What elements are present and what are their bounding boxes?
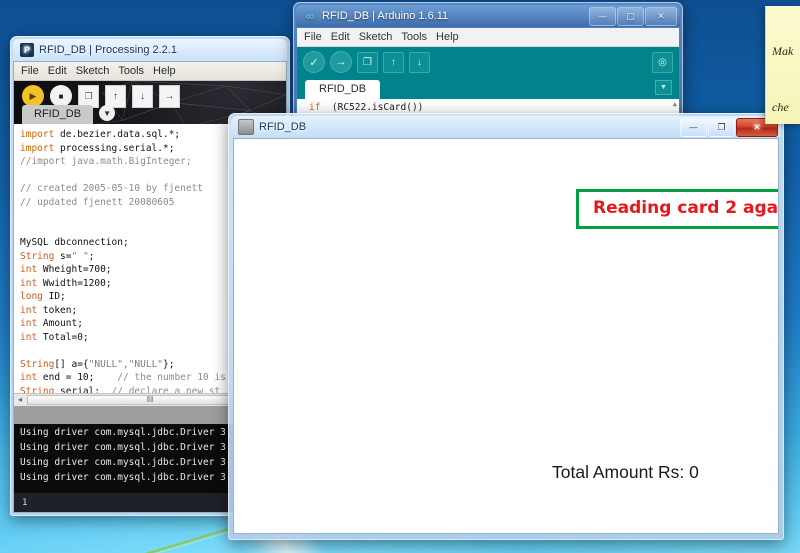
maximize-button[interactable]: ❐ bbox=[708, 118, 735, 137]
code-token: String bbox=[20, 250, 55, 262]
code-token: String bbox=[20, 385, 55, 393]
code-token: int bbox=[20, 318, 38, 330]
code-token: int bbox=[20, 304, 38, 316]
minimize-button[interactable]: — bbox=[589, 7, 616, 26]
code-token: int bbox=[20, 277, 38, 289]
code-token: //import java.math.BigInteger; bbox=[20, 156, 192, 168]
arduino-title-text: RFID_DB | Arduino 1.6.11 bbox=[322, 10, 449, 22]
status-badge: Reading card 2 again bbox=[576, 189, 779, 229]
menu-sketch[interactable]: Sketch bbox=[359, 31, 393, 43]
menu-tools[interactable]: Tools bbox=[401, 31, 427, 43]
code-token: token; bbox=[37, 304, 78, 316]
arduino-window-body: File Edit Sketch Tools Help ✓ → ❐ ↑ ↓ ◎ … bbox=[296, 27, 680, 120]
new-sketch-icon[interactable]: ❐ bbox=[357, 51, 378, 73]
menu-help[interactable]: Help bbox=[153, 65, 176, 77]
arduino-titlebar[interactable]: ∞ RFID_DB | Arduino 1.6.11 — □ ✕ bbox=[296, 5, 680, 27]
minimize-button[interactable]: — bbox=[680, 118, 707, 137]
run-icon[interactable]: ▶ bbox=[22, 85, 44, 108]
processing-titlebar[interactable]: P RFID_DB | Processing 2.2.1 bbox=[13, 39, 287, 61]
menu-help[interactable]: Help bbox=[436, 31, 459, 43]
code-token: end = 10; bbox=[37, 372, 118, 384]
close-button[interactable]: ✕ bbox=[645, 7, 677, 26]
processing-title-text: RFID_DB | Processing 2.2.1 bbox=[39, 44, 177, 56]
code-token: // updated fjenett 20080605 bbox=[20, 196, 175, 208]
serial-monitor-icon[interactable]: ◎ bbox=[652, 52, 673, 73]
application-icon bbox=[238, 119, 254, 135]
code-token: " " bbox=[71, 250, 89, 262]
display-titlebar[interactable]: RFID_DB — ❐ ✕ bbox=[231, 116, 781, 138]
code-token: Total=0; bbox=[37, 331, 89, 343]
code-keyword: if bbox=[309, 102, 321, 113]
rfid-db-display-window[interactable]: RFID_DB — ❐ ✕ Reading card 2 again Total… bbox=[228, 113, 784, 540]
processing-logo-icon: P bbox=[20, 43, 34, 57]
code-token: int bbox=[20, 331, 38, 343]
display-title-text: RFID_DB bbox=[259, 121, 307, 133]
menu-edit[interactable]: Edit bbox=[48, 65, 67, 77]
processing-tab-rfid-db[interactable]: RFID_DB bbox=[22, 105, 94, 125]
code-text: (RC522.isCard()) bbox=[320, 102, 424, 113]
desktop: P RFID_DB | Processing 2.2.1 File Edit S… bbox=[0, 0, 800, 553]
save-sketch-icon[interactable]: ↓ bbox=[409, 51, 430, 73]
total-amount-label: Total Amount Rs: 0 bbox=[552, 462, 699, 482]
menu-edit[interactable]: Edit bbox=[331, 31, 350, 43]
code-token: import bbox=[20, 142, 55, 154]
sticky-note[interactable]: Mak che bbox=[765, 6, 800, 124]
code-token: String bbox=[20, 358, 55, 370]
open-sketch-icon[interactable]: ↑ bbox=[105, 84, 126, 108]
code-token: [] a={ bbox=[54, 358, 89, 370]
code-token: Wheight=700; bbox=[37, 264, 112, 276]
code-token: Amount; bbox=[37, 318, 83, 330]
code-token: // the number 10 is bbox=[117, 372, 226, 384]
processing-menubar[interactable]: File Edit Sketch Tools Help bbox=[14, 62, 286, 81]
menu-file[interactable]: File bbox=[21, 65, 39, 77]
code-token: Wwidth=1200; bbox=[37, 277, 112, 289]
scroll-left-icon[interactable]: ◂ bbox=[14, 395, 26, 404]
sketch-canvas: Reading card 2 again Total Amount Rs: 0 bbox=[233, 138, 779, 534]
upload-icon[interactable]: → bbox=[330, 51, 352, 73]
code-token: // declare a new st bbox=[111, 385, 221, 393]
verify-icon[interactable]: ✓ bbox=[303, 51, 325, 73]
status-message-text: Reading card 2 again bbox=[593, 198, 779, 218]
arduino-tab-rfid-db[interactable]: RFID_DB bbox=[305, 80, 381, 99]
arduino-toolbar[interactable]: ✓ → ❐ ↑ ↓ ◎ bbox=[297, 47, 679, 77]
code-token: }; bbox=[163, 358, 175, 370]
code-token: de.bezier.data.sql.*; bbox=[54, 129, 181, 141]
save-sketch-icon[interactable]: ↓ bbox=[132, 84, 153, 108]
scroll-up-icon[interactable]: ▲ bbox=[673, 100, 677, 108]
menu-tools[interactable]: Tools bbox=[118, 65, 144, 77]
arduino-tab-row[interactable]: RFID_DB ▼ bbox=[297, 77, 679, 99]
code-token: serial; bbox=[54, 385, 112, 393]
code-token: processing.serial.*; bbox=[54, 142, 175, 154]
code-token: ID; bbox=[42, 291, 66, 303]
code-token: int bbox=[20, 264, 38, 276]
menu-file[interactable]: File bbox=[304, 31, 322, 43]
sticky-note-line-1: Mak bbox=[772, 44, 794, 58]
chevron-down-icon[interactable]: ▼ bbox=[99, 105, 116, 122]
code-token: int bbox=[20, 372, 38, 384]
code-token: ; bbox=[88, 250, 95, 262]
code-token: MySQL dbconnection; bbox=[20, 237, 129, 249]
menu-sketch[interactable]: Sketch bbox=[76, 65, 110, 77]
code-token: // created 2005-05-10 by fjenett bbox=[20, 183, 204, 195]
arduino-window-buttons[interactable]: — □ ✕ bbox=[589, 7, 677, 26]
processing-tab-row[interactable]: RFID_DB ▼ bbox=[22, 105, 116, 125]
chevron-down-icon[interactable]: ▼ bbox=[655, 80, 672, 95]
arduino-ide-window[interactable]: ∞ RFID_DB | Arduino 1.6.11 — □ ✕ File Ed… bbox=[293, 2, 683, 120]
code-token: import bbox=[20, 129, 55, 141]
code-token: "NULL","NULL" bbox=[88, 358, 164, 370]
export-application-icon[interactable]: → bbox=[159, 84, 180, 108]
sticky-note-line-2: che bbox=[772, 100, 789, 114]
arduino-menubar[interactable]: File Edit Sketch Tools Help bbox=[297, 28, 679, 47]
code-token: long bbox=[20, 291, 43, 303]
new-sketch-icon[interactable]: ❐ bbox=[78, 84, 99, 108]
processing-toolbar-buttons[interactable]: ▶ ■ ❐ ↑ ↓ → bbox=[22, 84, 180, 108]
stop-icon[interactable]: ■ bbox=[50, 85, 72, 108]
arduino-logo-icon: ∞ bbox=[305, 9, 315, 23]
maximize-button[interactable]: □ bbox=[617, 7, 644, 26]
display-window-buttons[interactable]: — ❐ ✕ bbox=[680, 118, 778, 137]
code-token: s= bbox=[54, 250, 72, 262]
open-sketch-icon[interactable]: ↑ bbox=[383, 51, 404, 73]
